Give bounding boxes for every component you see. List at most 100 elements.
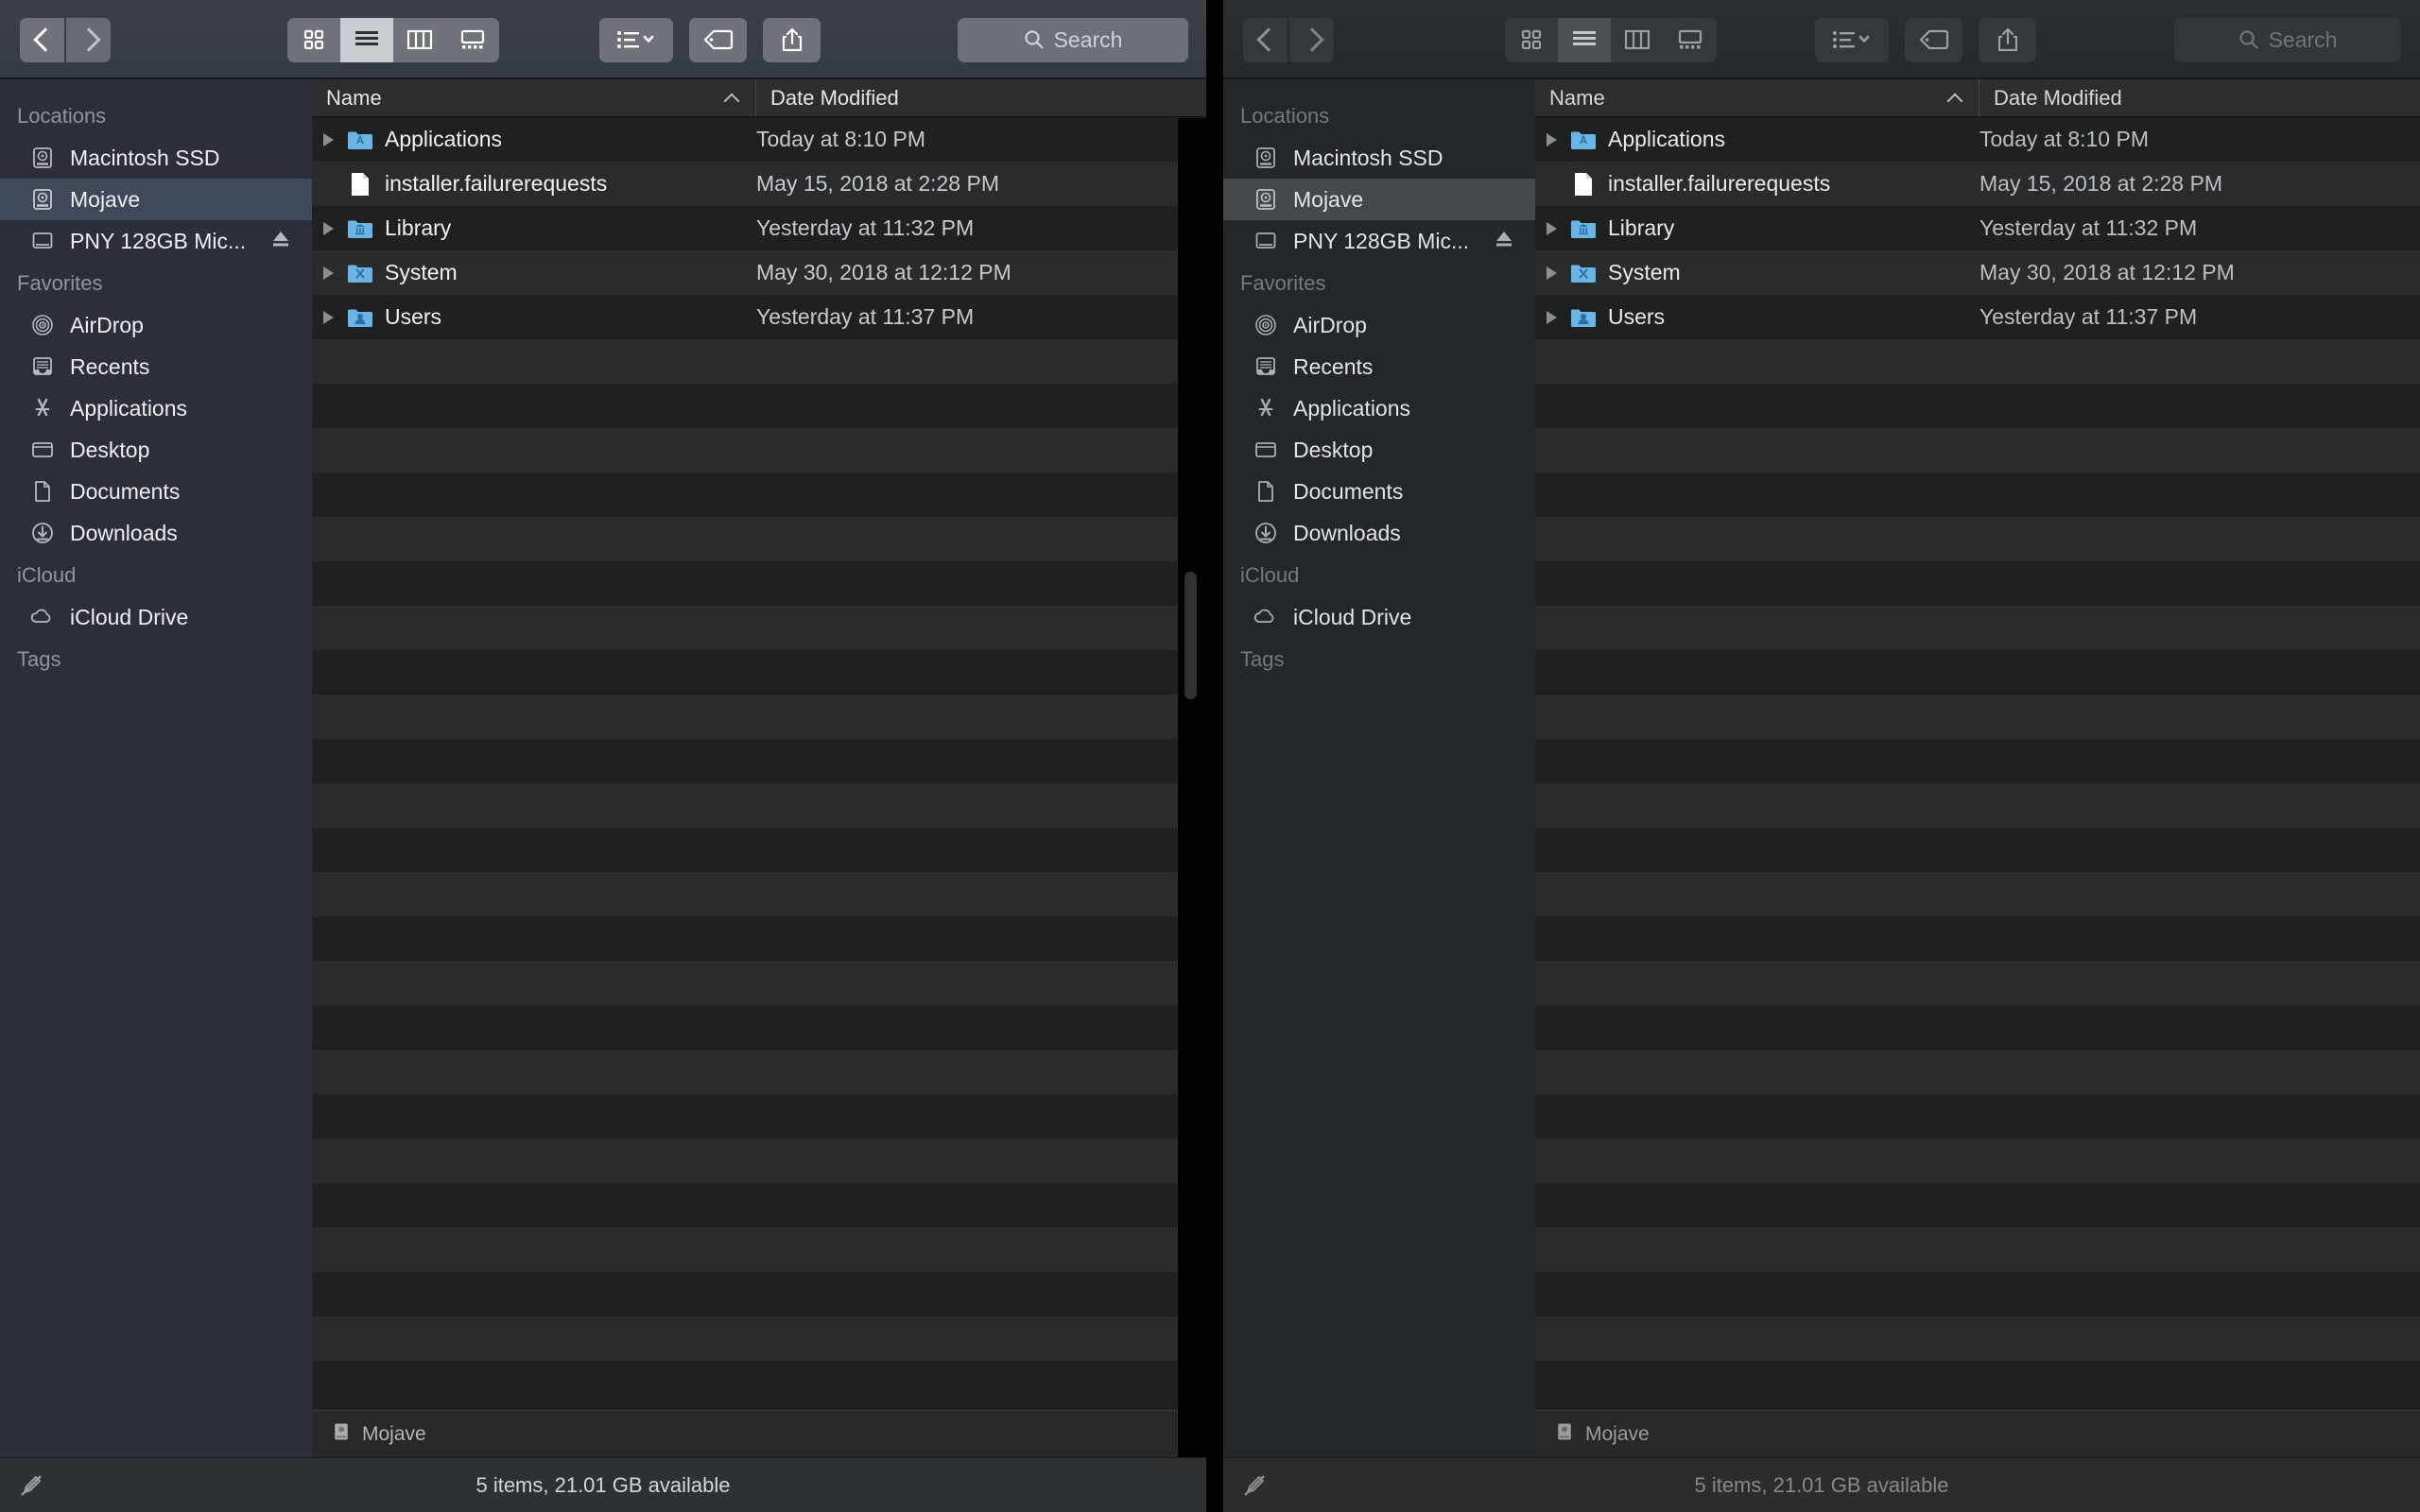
share-button[interactable] xyxy=(763,17,821,62)
list-view-button[interactable] xyxy=(340,17,393,62)
hard-drive-icon xyxy=(28,144,57,172)
tag-button[interactable] xyxy=(689,17,747,62)
tag-icon xyxy=(702,29,733,50)
search-field[interactable]: Search xyxy=(2174,17,2401,62)
sidebar-item-downloads[interactable]: Downloads xyxy=(1223,512,1535,554)
sidebar-item-label: Desktop xyxy=(70,437,150,462)
tag-button[interactable] xyxy=(1905,17,1962,62)
sidebar-item-recents[interactable]: Recents xyxy=(1223,346,1535,387)
file-date: Yesterday at 11:32 PM xyxy=(756,215,975,240)
chevron-left-icon xyxy=(1258,27,1273,52)
hard-drive-icon xyxy=(1252,185,1280,214)
table-row[interactable]: Applications Today at 8:10 PM xyxy=(312,117,1206,162)
sidebar-item-desktop[interactable]: Desktop xyxy=(0,429,312,471)
table-row[interactable]: Library Yesterday at 11:32 PM xyxy=(312,206,1206,250)
file-list-area: Name Date Modified Applications Today at… xyxy=(1535,79,2420,1457)
column-view-button[interactable] xyxy=(393,17,446,62)
column-header-date-label: Date Modified xyxy=(1994,85,2122,110)
gallery-view-button[interactable] xyxy=(446,17,499,62)
file-date: Yesterday at 11:37 PM xyxy=(756,304,975,329)
sidebar-item-applications[interactable]: Applications xyxy=(1223,387,1535,429)
sidebar-item-macintosh-ssd[interactable]: Macintosh SSD xyxy=(0,137,312,179)
eject-icon[interactable] xyxy=(270,229,291,254)
scrollbar-thumb[interactable] xyxy=(1184,572,1197,699)
arrange-button[interactable] xyxy=(599,17,673,62)
empty-row xyxy=(312,561,1206,606)
empty-row xyxy=(1535,1316,2420,1361)
column-header-name[interactable]: Name xyxy=(312,79,756,116)
sort-ascending-icon xyxy=(1948,92,1962,105)
back-button[interactable] xyxy=(20,17,64,62)
sidebar-item-macintosh-ssd[interactable]: Macintosh SSD xyxy=(1223,137,1535,179)
sidebar-item-mojave[interactable]: Mojave xyxy=(1223,179,1535,220)
disclosure-triangle-icon[interactable] xyxy=(1535,132,1567,146)
table-row[interactable]: Users Yesterday at 11:37 PM xyxy=(1535,295,2420,339)
share-button[interactable] xyxy=(1979,17,2036,62)
documents-icon xyxy=(28,477,57,506)
arrange-button[interactable] xyxy=(1815,17,1889,62)
disclosure-triangle-icon[interactable] xyxy=(1535,266,1567,280)
sidebar-item-label: AirDrop xyxy=(1293,312,1367,337)
column-header-date-label: Date Modified xyxy=(770,85,899,110)
table-row[interactable]: Applications Today at 8:10 PM xyxy=(1535,117,2420,162)
icon-view-button[interactable] xyxy=(287,17,340,62)
downloads-icon xyxy=(28,519,57,547)
sidebar-item-icloud-drive[interactable]: iCloud Drive xyxy=(0,596,312,638)
library-folder-icon xyxy=(1567,217,1599,240)
sidebar-item-documents[interactable]: Documents xyxy=(0,471,312,512)
sidebar-item-documents[interactable]: Documents xyxy=(1223,471,1535,512)
empty-row xyxy=(312,650,1206,695)
table-row[interactable]: System May 30, 2018 at 12:12 PM xyxy=(1535,250,2420,295)
column-header-date-modified[interactable]: Date Modified xyxy=(1979,79,2122,116)
window-body: Locations Macintosh SSD Mojave PNY 128GB… xyxy=(1223,79,2420,1457)
empty-row xyxy=(1535,1272,2420,1316)
empty-row xyxy=(312,606,1206,650)
chevron-left-icon xyxy=(35,27,50,52)
disclosure-triangle-icon[interactable] xyxy=(312,266,344,280)
column-headers: Name Date Modified xyxy=(312,79,1206,117)
desktop-icon xyxy=(28,436,57,464)
disclosure-triangle-icon[interactable] xyxy=(1535,310,1567,324)
eject-icon[interactable] xyxy=(1494,229,1514,254)
empty-row xyxy=(1535,1183,2420,1228)
table-row[interactable]: Users Yesterday at 11:37 PM xyxy=(312,295,1206,339)
empty-row xyxy=(1535,1139,2420,1183)
sidebar-item-pny-drive[interactable]: PNY 128GB Mic... xyxy=(0,220,312,262)
sidebar-item-applications[interactable]: Applications xyxy=(0,387,312,429)
disclosure-triangle-icon[interactable] xyxy=(1535,221,1567,235)
search-field[interactable]: Search xyxy=(958,17,1188,62)
back-button[interactable] xyxy=(1243,17,1288,62)
column-view-button[interactable] xyxy=(1611,17,1664,62)
sidebar-section-locations-title: Locations xyxy=(17,104,107,128)
sidebar-item-label: Applications xyxy=(70,395,188,421)
column-header-date-modified[interactable]: Date Modified xyxy=(756,79,899,116)
file-date: Yesterday at 11:37 PM xyxy=(1979,304,2198,329)
applications-icon xyxy=(28,394,57,422)
table-row[interactable]: installer.failurerequests May 15, 2018 a… xyxy=(312,162,1206,206)
forward-button[interactable] xyxy=(1289,17,1334,62)
sidebar-item-airdrop[interactable]: AirDrop xyxy=(1223,304,1535,346)
sidebar-item-icloud-drive[interactable]: iCloud Drive xyxy=(1223,596,1535,638)
scrollbar-track[interactable] xyxy=(1178,118,1206,1457)
sidebar-item-label: PNY 128GB Mic... xyxy=(1293,228,1470,253)
sidebar-item-label: Documents xyxy=(1293,478,1404,504)
column-header-name[interactable]: Name xyxy=(1535,79,1979,116)
sidebar-item-pny-drive[interactable]: PNY 128GB Mic... xyxy=(1223,220,1535,262)
table-row[interactable]: installer.failurerequests May 15, 2018 a… xyxy=(1535,162,2420,206)
sidebar-item-label: Documents xyxy=(70,478,181,504)
sidebar-item-recents[interactable]: Recents xyxy=(0,346,312,387)
table-row[interactable]: System May 30, 2018 at 12:12 PM xyxy=(312,250,1206,295)
disclosure-triangle-icon[interactable] xyxy=(312,221,344,235)
sidebar-item-airdrop[interactable]: AirDrop xyxy=(0,304,312,346)
column-header-name-label: Name xyxy=(1549,85,1605,110)
gallery-view-button[interactable] xyxy=(1664,17,1717,62)
list-view-button[interactable] xyxy=(1558,17,1611,62)
icon-view-button[interactable] xyxy=(1505,17,1558,62)
sidebar-item-downloads[interactable]: Downloads xyxy=(0,512,312,554)
table-row[interactable]: Library Yesterday at 11:32 PM xyxy=(1535,206,2420,250)
disclosure-triangle-icon[interactable] xyxy=(312,132,344,146)
sidebar-item-desktop[interactable]: Desktop xyxy=(1223,429,1535,471)
disclosure-triangle-icon[interactable] xyxy=(312,310,344,324)
sidebar-item-mojave[interactable]: Mojave xyxy=(0,179,312,220)
forward-button[interactable] xyxy=(66,17,111,62)
